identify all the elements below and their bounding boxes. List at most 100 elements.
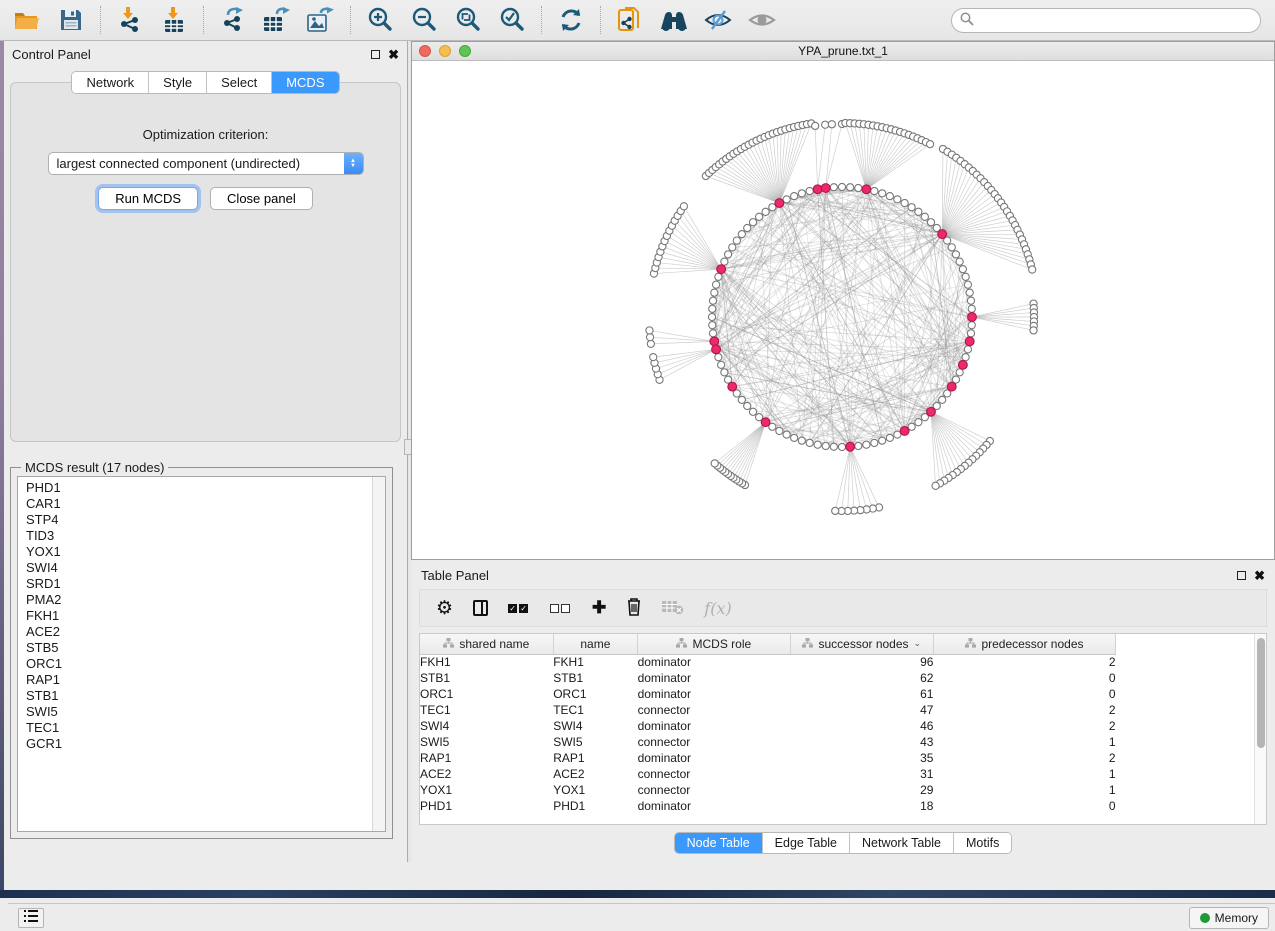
tab-style[interactable]: Style: [149, 72, 207, 93]
network-ring-node[interactable]: [948, 244, 955, 251]
network-leaf-node[interactable]: [711, 460, 718, 467]
table-row[interactable]: SWI5SWI5connector431: [420, 734, 1116, 750]
network-leaf-node[interactable]: [647, 340, 654, 347]
network-ring-node[interactable]: [871, 187, 878, 194]
network-ring-node[interactable]: [939, 396, 946, 403]
memory-button[interactable]: Memory: [1189, 907, 1269, 929]
mcds-result-item[interactable]: STB5: [26, 640, 372, 656]
table-row[interactable]: YOX1YOX1connector291: [420, 782, 1116, 798]
export-network-button[interactable]: [218, 5, 248, 35]
mcds-result-item[interactable]: GCR1: [26, 736, 372, 752]
network-mcds-hub-node[interactable]: [846, 442, 855, 451]
network-leaf-node[interactable]: [650, 354, 657, 361]
mcds-result-item[interactable]: RAP1: [26, 672, 372, 688]
deselect-all-button[interactable]: [550, 604, 572, 613]
network-ring-node[interactable]: [886, 193, 893, 200]
column-header-successor-nodes[interactable]: successor nodes⌄: [790, 634, 933, 654]
table-row[interactable]: FKH1FKH1dominator962: [420, 654, 1116, 670]
column-header-predecessor-nodes[interactable]: predecessor nodes: [933, 634, 1115, 654]
network-ring-node[interactable]: [968, 322, 975, 329]
network-ring-node[interactable]: [966, 289, 973, 296]
function-builder-button[interactable]: f(x): [704, 599, 731, 618]
column-header-name[interactable]: name: [553, 634, 637, 654]
tab-network[interactable]: Network: [72, 72, 149, 93]
mcds-result-item[interactable]: SRD1: [26, 576, 372, 592]
network-ring-node[interactable]: [901, 199, 908, 206]
tab-motifs[interactable]: Motifs: [954, 833, 1011, 853]
network-ring-node[interactable]: [962, 273, 969, 280]
network-ring-node[interactable]: [709, 322, 716, 329]
mcds-result-item[interactable]: ACE2: [26, 624, 372, 640]
add-row-button[interactable]: ✚: [592, 598, 606, 618]
delete-row-button[interactable]: [626, 597, 642, 619]
network-mcds-hub-node[interactable]: [900, 427, 909, 436]
column-header-MCDS-role[interactable]: MCDS role: [638, 634, 791, 654]
network-ring-node[interactable]: [956, 258, 963, 265]
import-network-button[interactable]: [115, 5, 145, 35]
zoom-out-button[interactable]: [409, 5, 439, 35]
network-ring-node[interactable]: [712, 281, 719, 288]
network-mcds-hub-node[interactable]: [938, 230, 947, 239]
network-ring-node[interactable]: [967, 330, 974, 337]
network-canvas[interactable]: [412, 61, 1274, 559]
run-mcds-button[interactable]: Run MCDS: [98, 187, 198, 210]
network-ring-node[interactable]: [967, 297, 974, 304]
save-session-button[interactable]: [56, 5, 86, 35]
network-ring-node[interactable]: [879, 190, 886, 197]
tab-mcds[interactable]: MCDS: [272, 72, 338, 93]
network-ring-node[interactable]: [962, 354, 969, 361]
optimization-criterion-dropdown[interactable]: largest connected component (undirected)…: [48, 152, 364, 175]
network-leaf-node[interactable]: [926, 141, 933, 148]
table-scrollbar-thumb[interactable]: [1257, 638, 1265, 748]
network-ring-node[interactable]: [968, 305, 975, 312]
network-ring-node[interactable]: [791, 434, 798, 441]
network-ring-node[interactable]: [915, 419, 922, 426]
network-ring-node[interactable]: [830, 184, 837, 191]
mcds-result-item[interactable]: TID3: [26, 528, 372, 544]
network-ring-node[interactable]: [855, 442, 862, 449]
network-ring-node[interactable]: [894, 196, 901, 203]
network-ring-node[interactable]: [838, 443, 845, 450]
network-ring-node[interactable]: [791, 193, 798, 200]
network-ring-node[interactable]: [718, 361, 725, 368]
network-ring-node[interactable]: [709, 297, 716, 304]
table-row[interactable]: ACE2ACE2connector311: [420, 766, 1116, 782]
column-header-shared-name[interactable]: shared name: [420, 634, 553, 654]
network-ring-node[interactable]: [738, 396, 745, 403]
zoom-in-button[interactable]: [365, 5, 395, 35]
network-ring-node[interactable]: [964, 346, 971, 353]
mcds-result-item[interactable]: SWI5: [26, 704, 372, 720]
search-input[interactable]: [979, 13, 1252, 27]
network-leaf-node[interactable]: [822, 121, 829, 128]
network-ring-node[interactable]: [847, 184, 854, 191]
network-leaf-node[interactable]: [812, 122, 819, 129]
network-ring-node[interactable]: [776, 427, 783, 434]
zoom-selected-button[interactable]: [497, 5, 527, 35]
network-mcds-hub-node[interactable]: [927, 407, 936, 416]
tab-network-table[interactable]: Network Table: [850, 833, 954, 853]
network-ring-node[interactable]: [830, 443, 837, 450]
network-leaf-node[interactable]: [1030, 327, 1037, 334]
close-panel-button[interactable]: Close panel: [210, 187, 313, 210]
table-row[interactable]: STB1STB1dominator620: [420, 670, 1116, 686]
network-ring-node[interactable]: [711, 289, 718, 296]
create-column-button[interactable]: [473, 600, 488, 616]
float-table-panel-icon[interactable]: [1237, 571, 1246, 580]
network-ring-node[interactable]: [709, 330, 716, 337]
mcds-result-item[interactable]: PMA2: [26, 592, 372, 608]
network-ring-node[interactable]: [708, 313, 715, 320]
tab-edge-table[interactable]: Edge Table: [763, 833, 850, 853]
network-ring-node[interactable]: [738, 231, 745, 238]
network-ring-node[interactable]: [724, 251, 731, 258]
network-ring-node[interactable]: [744, 224, 751, 231]
network-mcds-hub-node[interactable]: [710, 337, 719, 346]
network-ring-node[interactable]: [908, 204, 915, 211]
tab-node-table[interactable]: Node Table: [675, 833, 763, 853]
network-ring-node[interactable]: [709, 305, 716, 312]
network-mcds-hub-node[interactable]: [761, 418, 770, 427]
mcds-result-item[interactable]: CAR1: [26, 496, 372, 512]
hide-selected-button[interactable]: [703, 5, 733, 35]
table-row[interactable]: TEC1TEC1connector472: [420, 702, 1116, 718]
zoom-fit-button[interactable]: [453, 5, 483, 35]
network-mcds-hub-node[interactable]: [775, 199, 784, 208]
